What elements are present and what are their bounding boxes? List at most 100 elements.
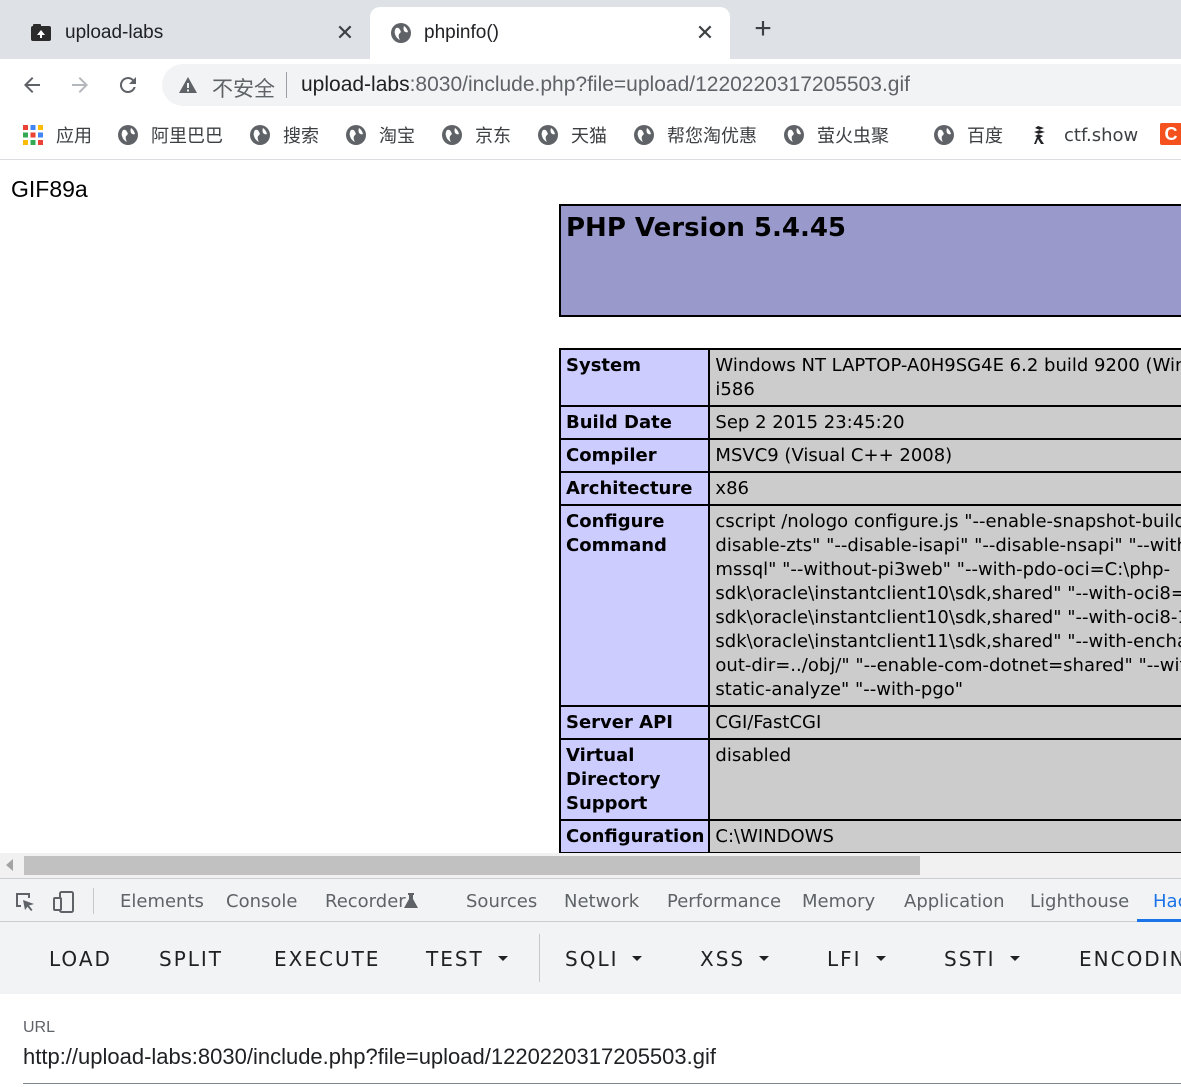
split-button[interactable]: SPLIT bbox=[159, 947, 223, 971]
url-field-underline bbox=[23, 1083, 1181, 1084]
lfi-dropdown[interactable]: LFI bbox=[827, 947, 886, 971]
row-value: disabled bbox=[708, 738, 1181, 821]
bookmark-label: ctf.show bbox=[1064, 124, 1139, 146]
table-row: Architecture x86 bbox=[558, 471, 1181, 506]
page-viewport: GIF89a PHP Version 5.4.45 System Windows… bbox=[0, 161, 1181, 853]
tab-application[interactable]: Application bbox=[904, 891, 1005, 912]
url-host: upload-labs bbox=[301, 73, 410, 96]
apps-grid-icon bbox=[23, 125, 43, 145]
tab-sources[interactable]: Sources bbox=[466, 891, 537, 912]
encoding-dropdown[interactable]: ENCODIN bbox=[1079, 947, 1181, 971]
tab-lighthouse[interactable]: Lighthouse bbox=[1030, 891, 1129, 912]
address-bar[interactable]: 不安全 upload-labs:8030/include.php?file=up… bbox=[162, 64, 1181, 106]
caret-down-icon bbox=[1009, 956, 1020, 961]
row-key: Build Date bbox=[558, 405, 711, 440]
inspect-element-icon[interactable] bbox=[13, 890, 37, 914]
globe-icon bbox=[391, 23, 411, 43]
scrollbar-thumb[interactable] bbox=[24, 856, 920, 875]
url-text[interactable]: upload-labs:8030/include.php?file=upload… bbox=[301, 73, 910, 97]
forward-arrow-icon bbox=[72, 77, 88, 93]
close-tab-icon[interactable]: ✕ bbox=[334, 20, 356, 46]
bookmark-tmall[interactable]: 天猫 bbox=[537, 122, 607, 148]
bookmark-label: 淘宝 bbox=[379, 126, 415, 147]
close-tab-icon[interactable]: ✕ bbox=[694, 20, 716, 46]
tab-elements[interactable]: Elements bbox=[120, 891, 204, 912]
bookmark-label: 阿里巴巴 bbox=[151, 126, 223, 147]
divider bbox=[93, 888, 94, 914]
button-label: XSS bbox=[700, 947, 746, 971]
tab-performance[interactable]: Performance bbox=[667, 891, 781, 912]
caret-down-icon bbox=[759, 956, 770, 961]
table-row: Server API CGI/FastCGI bbox=[558, 705, 1181, 740]
globe-icon bbox=[442, 125, 462, 145]
horizontal-scrollbar[interactable] bbox=[0, 853, 1181, 878]
tab-upload-labs[interactable]: upload-labs ✕ bbox=[0, 7, 370, 59]
sqli-dropdown[interactable]: SQLI bbox=[565, 947, 643, 971]
globe-icon bbox=[538, 125, 558, 145]
bookmark-overflow-icon[interactable]: C bbox=[1160, 123, 1181, 145]
row-key: Compiler bbox=[558, 438, 711, 473]
tab-network[interactable]: Network bbox=[564, 891, 639, 912]
caret-down-icon bbox=[497, 956, 508, 961]
bookmark-ctfshow[interactable]: ctf.show bbox=[1030, 122, 1138, 148]
caret-down-icon bbox=[875, 956, 886, 961]
button-label: LFI bbox=[827, 947, 862, 971]
load-button[interactable]: LOAD bbox=[49, 947, 112, 971]
security-label[interactable]: 不安全 bbox=[212, 73, 275, 103]
button-label: EXECUTE bbox=[274, 947, 381, 971]
row-value: CGI/FastCGI bbox=[708, 705, 1181, 740]
globe-icon bbox=[250, 125, 270, 145]
hackbar-url-area: URL http://upload-labs:8030/include.php?… bbox=[0, 994, 1181, 1087]
bookmark-alibaba[interactable]: 阿里巴巴 bbox=[117, 122, 223, 148]
reload-button[interactable] bbox=[112, 69, 144, 101]
url-input[interactable]: http://upload-labs:8030/include.php?file… bbox=[23, 1044, 716, 1070]
devtools-tabbar: Elements Console Recorder Sources Networ… bbox=[0, 878, 1181, 922]
caret-down-icon bbox=[632, 956, 643, 961]
forward-button[interactable] bbox=[64, 69, 96, 101]
tab-recorder[interactable]: Recorder bbox=[325, 891, 406, 912]
new-tab-button[interactable]: + bbox=[749, 14, 777, 44]
bookmark-baidu[interactable]: 百度 bbox=[933, 122, 1003, 148]
bookmark-label: 百度 bbox=[967, 126, 1003, 147]
xss-dropdown[interactable]: XSS bbox=[700, 947, 770, 971]
button-label: SPLIT bbox=[159, 947, 224, 971]
tab-memory[interactable]: Memory bbox=[802, 891, 875, 912]
tab-title: phpinfo() bbox=[424, 22, 499, 43]
gif-header-text: GIF89a bbox=[11, 176, 88, 202]
tab-title: upload-labs bbox=[65, 22, 164, 43]
ssti-dropdown[interactable]: SSTI bbox=[944, 947, 1020, 971]
tab-console[interactable]: Console bbox=[226, 891, 297, 912]
bookmark-label: 搜索 bbox=[283, 126, 319, 147]
table-row: Configuration C:\WINDOWS bbox=[558, 819, 1181, 853]
globe-icon bbox=[784, 125, 804, 145]
tab-phpinfo[interactable]: phpinfo() ✕ bbox=[370, 7, 730, 59]
globe-icon bbox=[346, 125, 366, 145]
bookmark-label: 天猫 bbox=[571, 126, 607, 147]
execute-button[interactable]: EXECUTE bbox=[274, 947, 380, 971]
row-key: Architecture bbox=[558, 471, 711, 506]
reload-icon bbox=[119, 77, 136, 94]
bookmark-search[interactable]: 搜索 bbox=[249, 122, 319, 148]
ctfshow-icon bbox=[1034, 126, 1045, 144]
device-toolbar-icon[interactable] bbox=[52, 890, 76, 914]
back-button[interactable] bbox=[16, 69, 48, 101]
bookmark-firefly[interactable]: 萤火虫聚 bbox=[783, 122, 889, 148]
warning-icon bbox=[179, 77, 197, 93]
scroll-left-icon[interactable] bbox=[6, 859, 13, 871]
row-key: Configuration bbox=[558, 819, 711, 853]
bookmark-apps[interactable]: 应用 bbox=[22, 122, 92, 148]
row-key: System bbox=[558, 348, 711, 407]
bookmark-coupons[interactable]: 帮您淘优惠 bbox=[633, 122, 757, 148]
bookmark-jd[interactable]: 京东 bbox=[441, 122, 511, 148]
test-dropdown[interactable]: TEST bbox=[426, 947, 508, 971]
browser-toolbar: 不安全 upload-labs:8030/include.php?file=up… bbox=[0, 59, 1181, 111]
table-row: Configure Command cscript /nologo config… bbox=[558, 504, 1181, 707]
row-value: Sep 2 2015 23:45:20 bbox=[708, 405, 1181, 440]
tab-hackbar[interactable]: Hac bbox=[1153, 891, 1181, 912]
bookmark-taobao[interactable]: 淘宝 bbox=[345, 122, 415, 148]
table-row: System Windows NT LAPTOP-A0H9SG4E 6.2 bu… bbox=[558, 348, 1181, 407]
divider bbox=[286, 72, 287, 98]
url-field-label: URL bbox=[23, 1019, 56, 1036]
row-key: Server API bbox=[558, 705, 711, 740]
table-row: Build Date Sep 2 2015 23:45:20 bbox=[558, 405, 1181, 440]
